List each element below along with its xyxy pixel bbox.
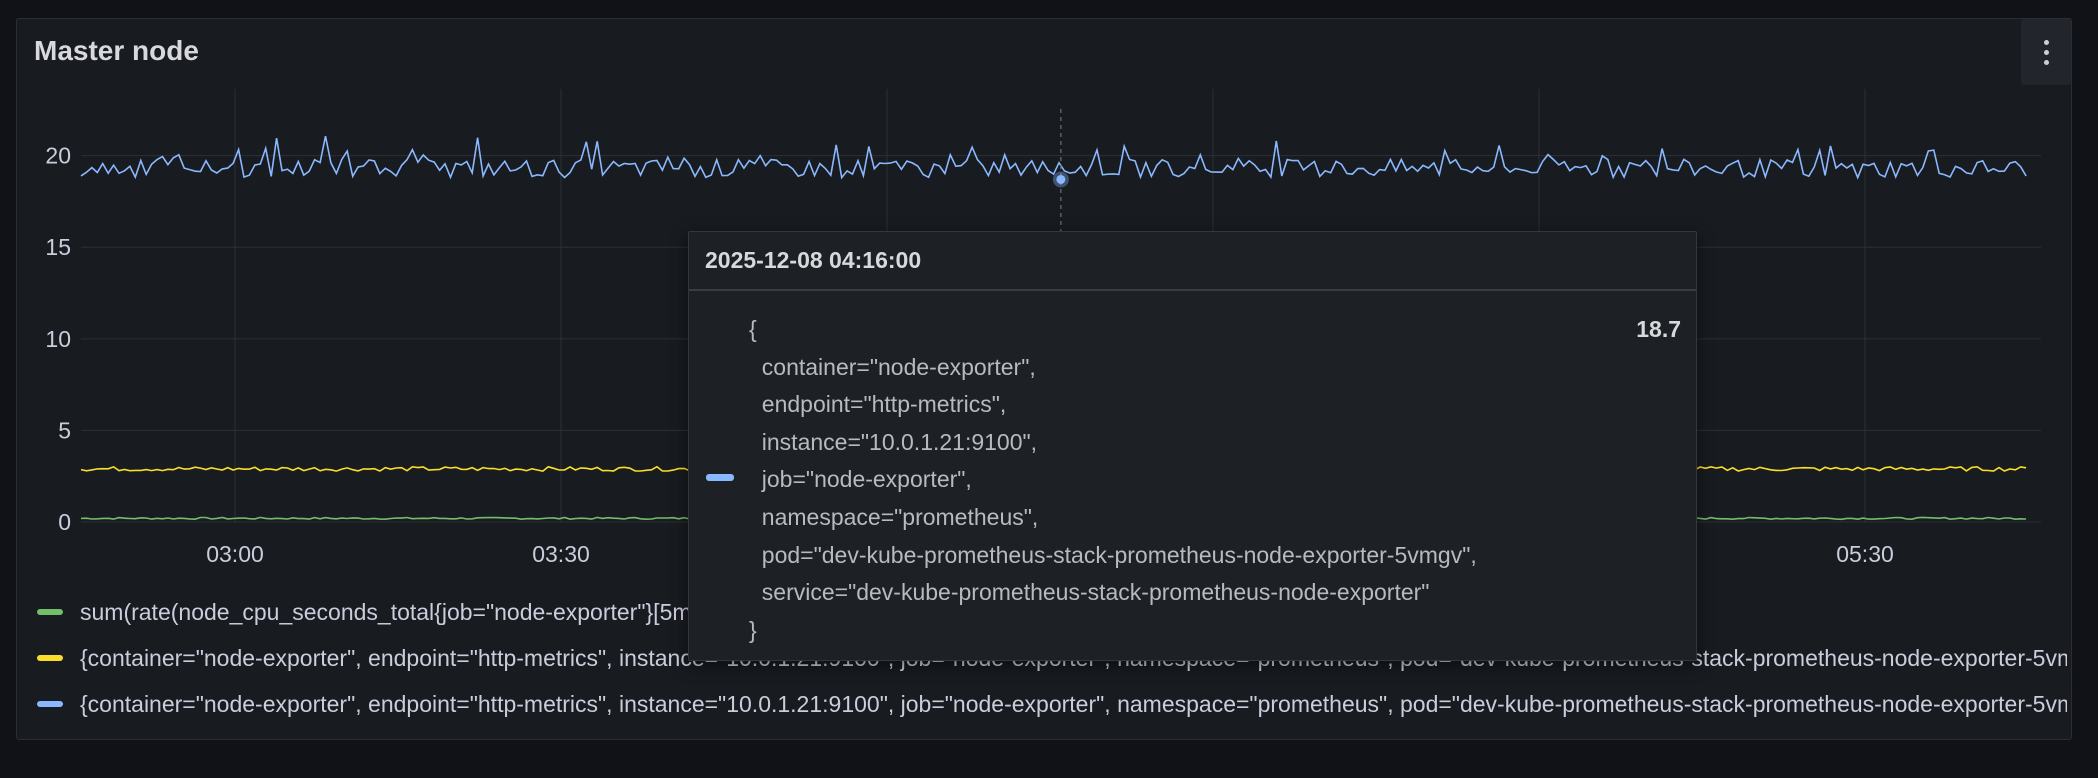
legend-swatch xyxy=(37,609,63,615)
tooltip-label-line: namespace="prometheus", xyxy=(749,503,1039,530)
tooltip-label-line: endpoint="http-metrics", xyxy=(749,391,1007,418)
x-tick-label: 03:00 xyxy=(206,541,264,567)
y-tick-label: 15 xyxy=(45,234,71,260)
legend-swatch xyxy=(37,655,63,661)
dashboard-panel: Master node 0510152003:0003:3004:0004:30… xyxy=(16,18,2072,740)
tooltip-label-line: pod="dev-kube-prometheus-stack-prometheu… xyxy=(749,541,1477,568)
tooltip-series-swatch xyxy=(706,474,734,481)
tooltip-body: { container="node-exporter", endpoint="h… xyxy=(689,291,1696,643)
legend-label: {container="node-exporter", endpoint="ht… xyxy=(80,690,2067,717)
hover-tooltip: 2025-12-08 04:16:00 { container="node-ex… xyxy=(688,231,1697,661)
y-tick-label: 20 xyxy=(45,143,71,169)
tooltip-value: 18.7 xyxy=(1636,316,1681,342)
legend-label: sum(rate(node_cpu_seconds_total{job="nod… xyxy=(80,598,714,625)
hover-point xyxy=(1056,174,1066,184)
y-tick-label: 10 xyxy=(45,326,71,352)
y-tick-label: 5 xyxy=(58,417,71,443)
x-tick-label: 05:30 xyxy=(1836,541,1894,567)
tooltip-series-labels: { container="node-exporter", endpoint="h… xyxy=(749,311,1477,649)
x-tick-label: 03:30 xyxy=(532,541,590,567)
legend-item-node-exporter-blue[interactable]: {container="node-exporter", endpoint="ht… xyxy=(37,681,2067,727)
tooltip-label-line: container="node-exporter", xyxy=(749,353,1036,380)
tooltip-label-line: service="dev-kube-prometheus-stack-prome… xyxy=(749,579,1430,606)
tooltip-label-line: } xyxy=(749,616,757,643)
tooltip-label-line: job="node-exporter", xyxy=(749,466,972,493)
tooltip-label-line: instance="10.0.1.21:9100", xyxy=(749,428,1038,455)
y-tick-label: 0 xyxy=(58,509,71,535)
tooltip-timestamp: 2025-12-08 04:16:00 xyxy=(689,232,1696,291)
series-line xyxy=(80,135,2027,180)
legend-swatch xyxy=(37,701,63,707)
tooltip-label-line: { xyxy=(749,316,757,342)
